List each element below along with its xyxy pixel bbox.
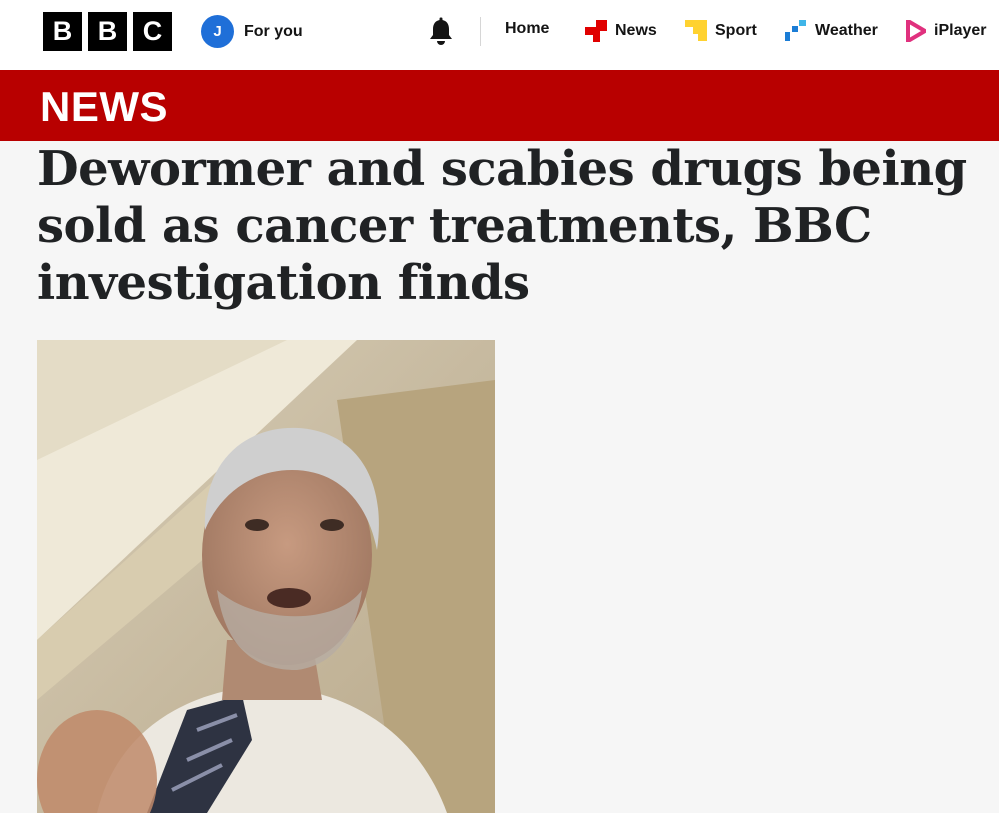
nav-divider [480, 17, 481, 46]
nav-news[interactable]: News [585, 20, 657, 42]
nav-weather-label: Weather [815, 22, 878, 39]
nav-iplayer[interactable]: iPlayer [906, 20, 986, 42]
iplayer-icon [906, 20, 926, 42]
logo-letter-c: C [133, 12, 172, 51]
article-photo [37, 340, 495, 813]
bell-icon[interactable] [428, 17, 454, 47]
nav-home-label: Home [505, 20, 550, 37]
news-banner-label[interactable]: NEWS [40, 83, 168, 131]
for-you-button[interactable]: J For you [201, 15, 303, 48]
nav-iplayer-label: iPlayer [934, 22, 987, 39]
logo-letter-b2: B [88, 12, 127, 51]
nav-sport-label: Sport [715, 22, 757, 39]
nav-sport[interactable]: Sport [685, 20, 757, 42]
sport-icon [685, 20, 707, 41]
article-headline: Dewormer and scabies drugs being sold as… [37, 141, 967, 311]
avatar: J [201, 15, 234, 48]
nav-news-label: News [615, 22, 657, 39]
weather-icon [785, 20, 806, 41]
for-you-label: For you [244, 22, 303, 40]
bbc-logo[interactable]: B B C [43, 12, 172, 51]
nav-home[interactable]: Home [505, 20, 549, 38]
top-navigation-bar: B B C J For you Home News Sport Weather … [0, 0, 999, 70]
news-banner: NEWS [0, 70, 999, 141]
news-icon [585, 20, 607, 42]
nav-weather[interactable]: Weather [785, 20, 878, 42]
logo-letter-b1: B [43, 12, 82, 51]
